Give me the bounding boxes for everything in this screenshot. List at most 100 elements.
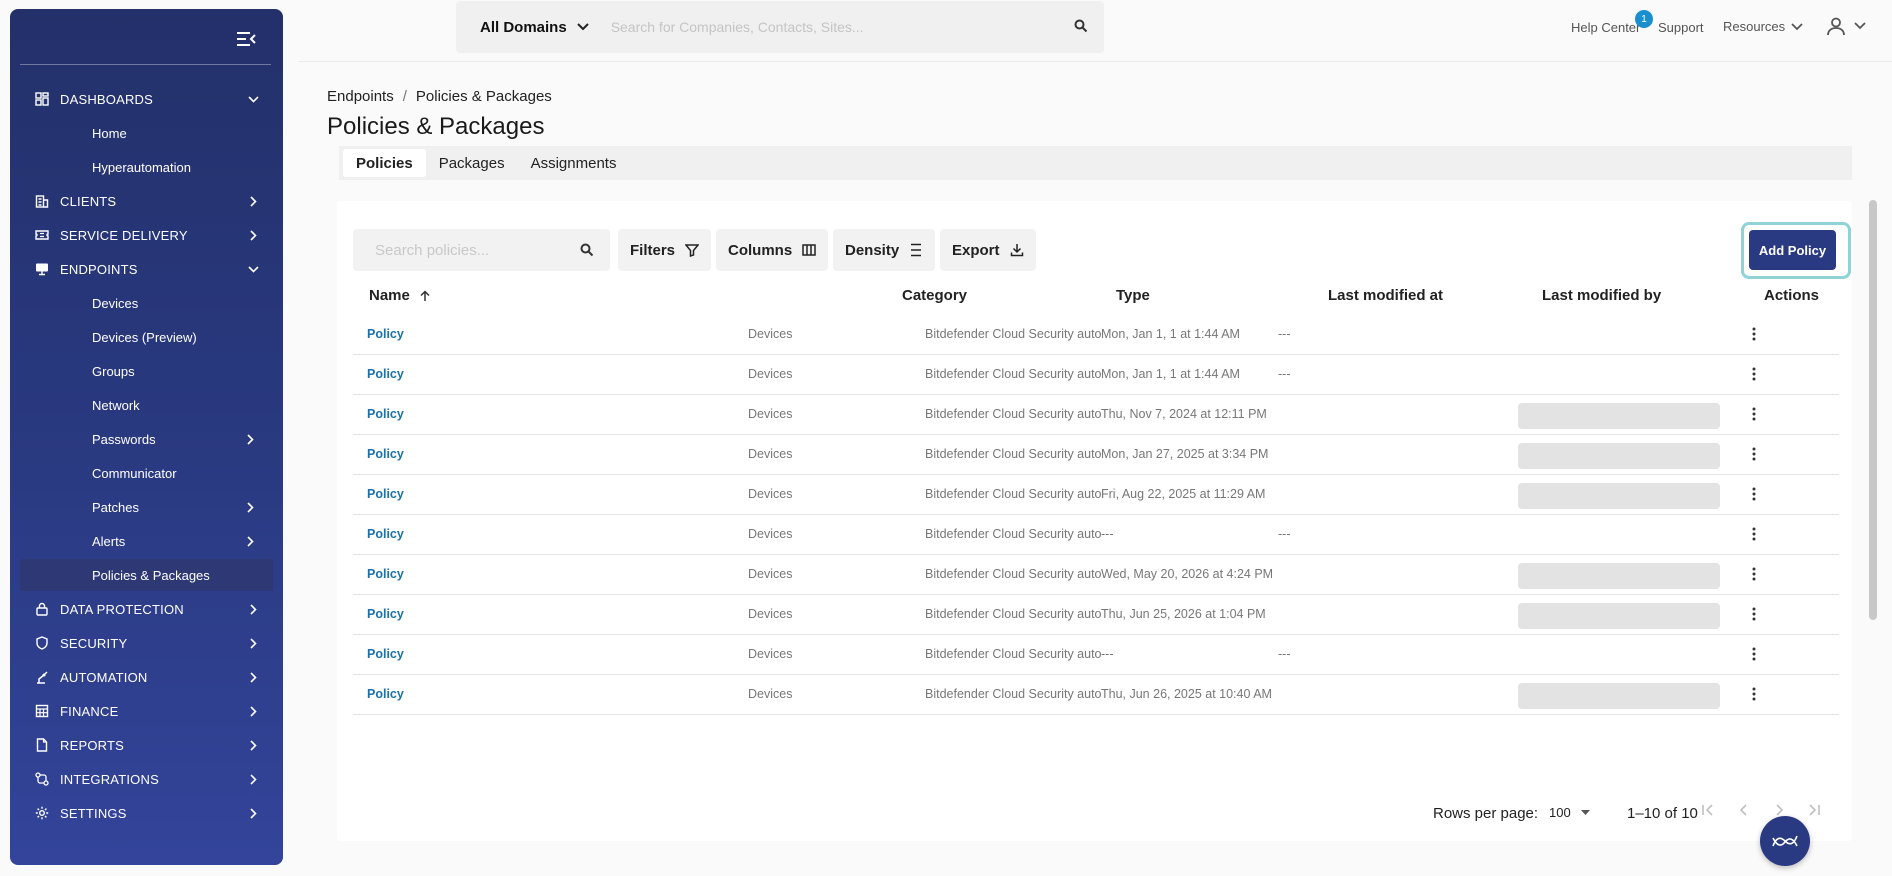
sidebar-section-automation[interactable]: AUTOMATION	[20, 661, 273, 693]
column-header-label: Name	[369, 287, 410, 304]
more-actions-icon[interactable]	[1746, 445, 1762, 463]
chevron-right-icon[interactable]	[247, 501, 259, 513]
more-actions-icon[interactable]	[1746, 365, 1762, 383]
more-actions-icon[interactable]	[1746, 685, 1762, 703]
loading-skeleton	[1518, 563, 1720, 589]
chevron-right-icon[interactable]	[247, 433, 259, 445]
chevron-right-icon[interactable]	[247, 603, 259, 615]
policy-name-link[interactable]: Policy	[367, 567, 404, 581]
breadcrumb-endpoints[interactable]: Endpoints	[327, 88, 394, 105]
first-page-icon[interactable]	[1699, 801, 1717, 819]
sort-ascending-icon[interactable]	[419, 289, 431, 302]
scrollbar-thumb[interactable]	[1869, 200, 1877, 620]
more-actions-icon[interactable]	[1746, 405, 1762, 423]
chevron-down-icon[interactable]	[247, 93, 259, 105]
sidebar-section-reports[interactable]: REPORTS	[20, 729, 273, 761]
sidebar-item-patches[interactable]: Patches	[20, 491, 273, 523]
policy-name-link[interactable]: Policy	[367, 687, 404, 701]
more-actions-icon[interactable]	[1746, 525, 1762, 543]
sidebar-item-home[interactable]: Home	[20, 117, 273, 149]
resources-label: Resources	[1723, 19, 1786, 34]
policy-name-link[interactable]: Policy	[367, 607, 404, 621]
policy-name-link[interactable]: Policy	[367, 487, 404, 501]
sidebar-section-data-protection[interactable]: DATA PROTECTION	[20, 593, 273, 625]
chevron-right-icon[interactable]	[247, 535, 259, 547]
chevron-down-icon[interactable]	[247, 263, 259, 275]
chevron-right-icon[interactable]	[247, 195, 259, 207]
chevron-right-icon[interactable]	[247, 637, 259, 649]
search-icon[interactable]	[1074, 19, 1088, 33]
policy-name-link[interactable]: Policy	[367, 447, 404, 461]
dashboard-icon	[34, 91, 50, 107]
resources-menu[interactable]: Resources	[1723, 19, 1803, 34]
sidebar-item-label: Devices (Preview)	[92, 329, 197, 345]
last-modified-by-cell: ---	[1278, 327, 1291, 341]
sidebar-item-label: Passwords	[92, 431, 156, 447]
sidebar-section-integrations[interactable]: INTEGRATIONS	[20, 763, 273, 795]
sidebar-item-passwords[interactable]: Passwords	[20, 423, 273, 455]
previous-page-icon[interactable]	[1735, 801, 1753, 819]
more-actions-icon[interactable]	[1746, 325, 1762, 343]
search-icon[interactable]	[580, 243, 594, 257]
columns-button[interactable]: Columns	[716, 229, 829, 271]
support-link[interactable]: Support	[1658, 20, 1704, 35]
policy-name-link[interactable]: Policy	[367, 367, 404, 381]
sidebar-item-network[interactable]: Network	[20, 389, 273, 421]
sidebar-item-devices[interactable]: Devices	[20, 287, 273, 319]
sidebar-section-finance[interactable]: FINANCE	[20, 695, 273, 727]
chevron-right-icon[interactable]	[247, 705, 259, 717]
notification-badge: 1	[1635, 10, 1653, 28]
sidebar-section-label: ENDPOINTS	[60, 261, 138, 277]
more-actions-icon[interactable]	[1746, 485, 1762, 503]
column-header-category[interactable]: Category	[902, 287, 967, 304]
more-actions-icon[interactable]	[1746, 645, 1762, 663]
policy-name-link[interactable]: Policy	[367, 647, 404, 661]
filters-button[interactable]: Filters	[618, 229, 712, 271]
chevron-right-icon[interactable]	[247, 773, 259, 785]
column-header-type[interactable]: Type	[1116, 287, 1150, 304]
sidebar-item-groups[interactable]: Groups	[20, 355, 273, 387]
policy-search-input[interactable]	[375, 241, 565, 259]
export-button[interactable]: Export	[940, 229, 1036, 271]
last-page-icon[interactable]	[1805, 801, 1823, 819]
more-actions-icon[interactable]	[1746, 605, 1762, 623]
collapse-sidebar-icon[interactable]	[235, 30, 257, 48]
domain-selector[interactable]: All Domains	[456, 19, 589, 36]
sidebar-section-service-delivery[interactable]: SERVICE DELIVERY	[20, 219, 273, 251]
sidebar-section-clients[interactable]: CLIENTS	[20, 185, 273, 217]
tab-assignments[interactable]: Assignments	[518, 149, 630, 177]
column-header-actions: Actions	[1764, 287, 1820, 304]
policy-name-link[interactable]: Policy	[367, 527, 404, 541]
more-actions-icon[interactable]	[1746, 565, 1762, 583]
column-header-last-modified-at[interactable]: Last modified at	[1328, 287, 1443, 304]
table-row: Policy Devices Bitdefender Cloud Security …	[353, 395, 1839, 435]
column-header-name[interactable]: Name	[369, 287, 431, 304]
column-header-last-modified-by[interactable]: Last modified by	[1542, 287, 1661, 304]
policy-name-link[interactable]: Policy	[367, 327, 404, 341]
global-search-input[interactable]	[610, 19, 1051, 35]
sidebar-section-security[interactable]: SECURITY	[20, 627, 273, 659]
sidebar-item-alerts[interactable]: Alerts	[20, 525, 273, 557]
chevron-right-icon[interactable]	[247, 807, 259, 819]
sidebar-section-endpoints[interactable]: ENDPOINTS	[20, 253, 273, 285]
last-modified-at-cell: Mon, Jan 1, 1 at 1:44 AM	[1101, 327, 1240, 341]
assistant-chat-button[interactable]	[1760, 816, 1810, 866]
sidebar-item-hyperautomation[interactable]: Hyperautomation	[20, 151, 273, 183]
user-menu[interactable]	[1826, 16, 1866, 36]
download-icon	[1010, 244, 1023, 257]
chevron-right-icon[interactable]	[247, 229, 259, 241]
sidebar-item-policies-and-packages[interactable]: Policies & Packages	[20, 559, 273, 591]
density-button[interactable]: Density	[833, 229, 936, 271]
chevron-right-icon[interactable]	[247, 671, 259, 683]
chevron-right-icon[interactable]	[247, 739, 259, 751]
sidebar-item-devices-preview[interactable]: Devices (Preview)	[20, 321, 273, 353]
help-center-link[interactable]: Help Center	[1571, 20, 1640, 35]
sidebar-item-communicator[interactable]: Communicator	[20, 457, 273, 489]
sidebar-section-settings[interactable]: SETTINGS	[20, 797, 273, 829]
tab-policies[interactable]: Policies	[343, 149, 426, 177]
rows-per-page-select[interactable]: 100	[1549, 805, 1590, 820]
policy-name-link[interactable]: Policy	[367, 407, 404, 421]
tab-packages[interactable]: Packages	[426, 149, 518, 177]
sidebar-section-dashboards[interactable]: DASHBOARDS	[20, 83, 273, 115]
add-policy-button[interactable]: Add Policy	[1749, 230, 1836, 270]
